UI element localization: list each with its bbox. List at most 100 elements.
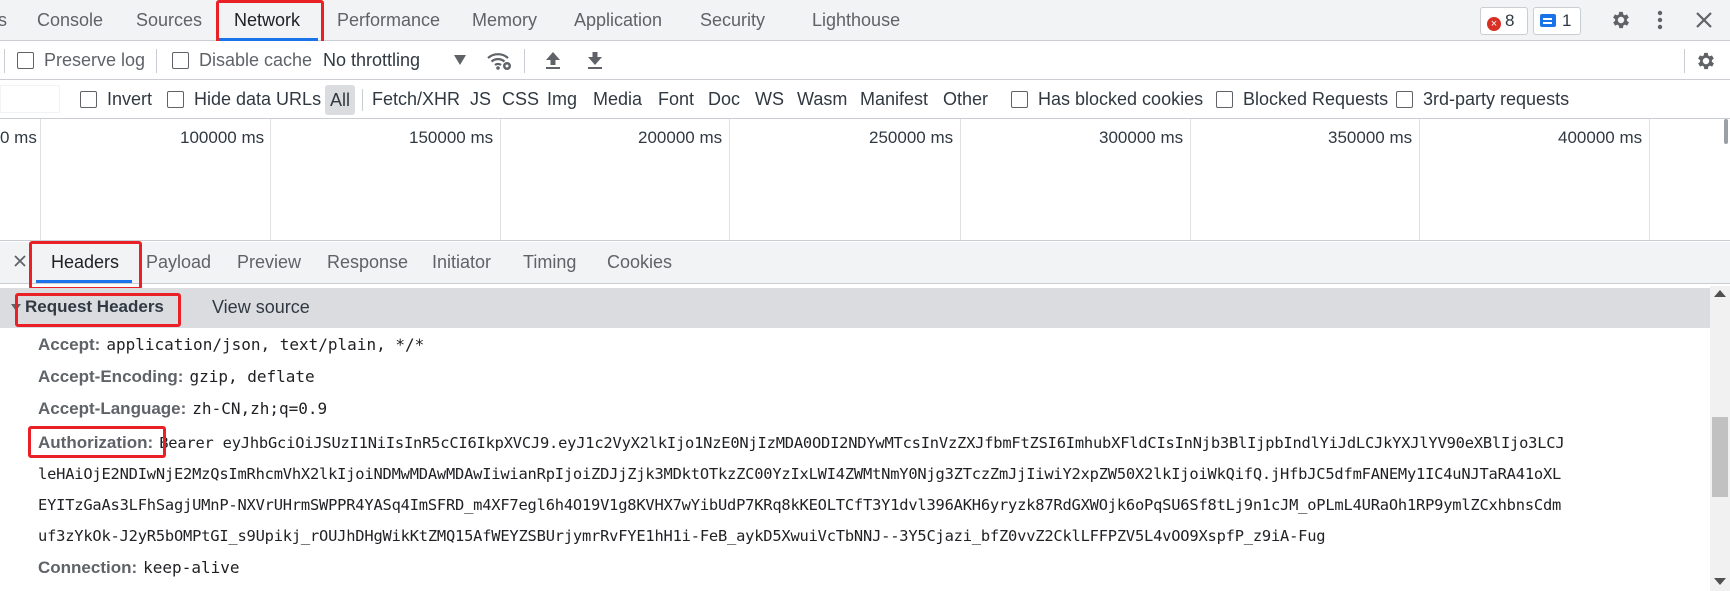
chevron-down-icon[interactable] xyxy=(454,55,466,65)
header-row: Connection: keep-alive xyxy=(38,558,239,578)
view-source-link[interactable]: View source xyxy=(212,297,310,318)
filter-type-js[interactable]: JS xyxy=(470,89,491,110)
network-conditions-wifi-icon[interactable] xyxy=(486,49,512,73)
has-blocked-cookies-label: Has blocked cookies xyxy=(1038,89,1204,109)
tab-lighthouse[interactable]: Lighthouse xyxy=(812,0,900,40)
tab-initiator[interactable]: Initiator xyxy=(432,252,491,273)
header-name: Connection: xyxy=(38,558,138,577)
filter-type-fetch-xhr[interactable]: Fetch/XHR xyxy=(372,89,460,110)
filter-type-doc[interactable]: Doc xyxy=(708,89,740,110)
preserve-log-checkbox[interactable] xyxy=(17,52,34,69)
tab-memory[interactable]: Memory xyxy=(472,0,537,40)
header-value: gzip, deflate xyxy=(189,367,315,386)
tab-console[interactable]: Console xyxy=(37,0,103,40)
header-row-authorization: Authorization: Bearer eyJhbGciOiJSUzI1NiI… xyxy=(38,433,1565,453)
timeline-scrollbar[interactable] xyxy=(1724,119,1728,144)
separator xyxy=(4,49,5,73)
filter-bar: Invert Hide data URLs All Fetch/XHR JS C… xyxy=(0,81,1730,119)
error-icon: × xyxy=(1487,17,1501,31)
tab-headers[interactable]: Headers xyxy=(51,252,119,273)
throttling-select[interactable]: No throttling xyxy=(323,50,420,71)
active-detail-tab-indicator xyxy=(36,280,132,283)
timeline-gridline xyxy=(1649,119,1650,240)
timeline-tick-label: 400000 ms xyxy=(1558,128,1643,147)
request-detail-tabs: Headers Payload Preview Response Initiat… xyxy=(0,242,1730,284)
header-value: application/json, text/plain, */* xyxy=(106,335,425,354)
scroll-down-arrow-icon[interactable] xyxy=(1714,578,1726,585)
timeline-gridline xyxy=(270,119,271,240)
timeline-tick-label: 200000 ms xyxy=(638,128,723,147)
tab-timing[interactable]: Timing xyxy=(523,252,576,273)
header-value: Bearer eyJhbGciOiJSUzI1NiIsInR5cCI6IkpXV… xyxy=(159,434,1565,452)
invert-label: Invert xyxy=(107,89,153,109)
separator xyxy=(1684,49,1685,73)
import-har-upload-icon[interactable] xyxy=(544,50,562,70)
header-name: Authorization: xyxy=(38,433,154,452)
filter-type-manifest[interactable]: Manifest xyxy=(860,89,928,110)
filter-type-img[interactable]: Img xyxy=(547,89,577,110)
filter-type-font[interactable]: Font xyxy=(658,89,694,110)
more-options-icon[interactable] xyxy=(1655,9,1665,31)
separator xyxy=(524,49,525,73)
disable-cache-checkbox[interactable] xyxy=(172,52,189,69)
message-count-badge[interactable]: 1 xyxy=(1533,7,1581,35)
section-title: Request Headers xyxy=(25,297,164,316)
error-count-badge[interactable]: × 8 xyxy=(1480,7,1528,35)
header-name: Accept: xyxy=(38,335,101,354)
timeline-gridline xyxy=(960,119,961,240)
message-icon xyxy=(1540,14,1556,27)
tab-performance[interactable]: Performance xyxy=(337,0,440,40)
filter-type-wasm[interactable]: Wasm xyxy=(797,89,847,110)
timeline-gridline xyxy=(40,119,41,240)
request-headers-section-header[interactable]: Request Headers View source xyxy=(0,288,1710,328)
hide-data-urls-label: Hide data URLs xyxy=(194,89,322,109)
header-row: Accept-Language: zh-CN,zh;q=0.9 xyxy=(38,399,327,419)
invert-checkbox[interactable] xyxy=(80,91,97,108)
filter-type-ws[interactable]: WS xyxy=(755,89,784,110)
network-settings-gear-icon[interactable] xyxy=(1695,50,1717,72)
timeline-overview[interactable]: 0 ms 100000 ms 150000 ms 200000 ms 25000… xyxy=(0,119,1730,241)
authorization-value-line: uf3zYkOk-J2yR5bOMPtGI_s9Upikj_rOUJhDHgWi… xyxy=(38,527,1326,545)
header-value: zh-CN,zh;q=0.9 xyxy=(192,399,328,418)
hide-data-urls-checkbox[interactable] xyxy=(167,91,184,108)
timeline-gridline xyxy=(729,119,730,240)
tab-elements-partial[interactable]: s xyxy=(0,0,7,40)
third-party-requests-checkbox[interactable] xyxy=(1396,91,1413,108)
third-party-requests-label: 3rd-party requests xyxy=(1423,89,1570,109)
authorization-value-line: leHAiOjE2NDIwNjE2MzQsImRhcmVhX2lkIjoiNDM… xyxy=(38,465,1562,483)
filter-type-css[interactable]: CSS xyxy=(502,89,539,110)
timeline-gridline xyxy=(1419,119,1420,240)
details-scrollbar-thumb[interactable] xyxy=(1712,417,1728,497)
message-count: 1 xyxy=(1562,11,1572,30)
export-har-download-icon[interactable] xyxy=(586,50,604,70)
filter-type-other[interactable]: Other xyxy=(943,89,988,110)
settings-gear-icon[interactable] xyxy=(1610,9,1632,31)
devtools-tab-bar: s Console Sources Network Performance Me… xyxy=(0,0,1730,41)
filter-type-all[interactable]: All xyxy=(325,85,355,115)
header-row: Accept-Encoding: gzip, deflate xyxy=(38,367,315,387)
close-detail-icon[interactable] xyxy=(14,255,26,267)
tab-network[interactable]: Network xyxy=(234,0,300,40)
has-blocked-cookies-checkbox[interactable] xyxy=(1011,91,1028,108)
blocked-requests-label: Blocked Requests xyxy=(1243,89,1389,109)
network-toolbar: Preserve log Disable cache No throttling xyxy=(0,41,1730,80)
tab-payload[interactable]: Payload xyxy=(146,252,211,273)
tab-security[interactable]: Security xyxy=(700,0,765,40)
tab-sources[interactable]: Sources xyxy=(136,0,202,40)
header-value: keep-alive xyxy=(143,558,240,577)
tab-application[interactable]: Application xyxy=(574,0,662,40)
error-count: 8 xyxy=(1505,11,1515,30)
blocked-requests-checkbox[interactable] xyxy=(1216,91,1233,108)
close-devtools-icon[interactable] xyxy=(1695,11,1713,29)
tab-preview[interactable]: Preview xyxy=(237,252,301,273)
expand-triangle-icon[interactable] xyxy=(11,304,21,311)
timeline-tick-label: 350000 ms xyxy=(1328,128,1413,147)
tab-response[interactable]: Response xyxy=(327,252,408,273)
timeline-tick-label: 250000 ms xyxy=(869,128,954,147)
header-row: Accept: application/json, text/plain, */* xyxy=(38,335,424,355)
filter-input[interactable] xyxy=(0,85,60,113)
timeline-gridline xyxy=(500,119,501,240)
tab-cookies[interactable]: Cookies xyxy=(607,252,672,273)
scroll-up-arrow-icon[interactable] xyxy=(1714,290,1726,297)
filter-type-media[interactable]: Media xyxy=(593,89,642,110)
